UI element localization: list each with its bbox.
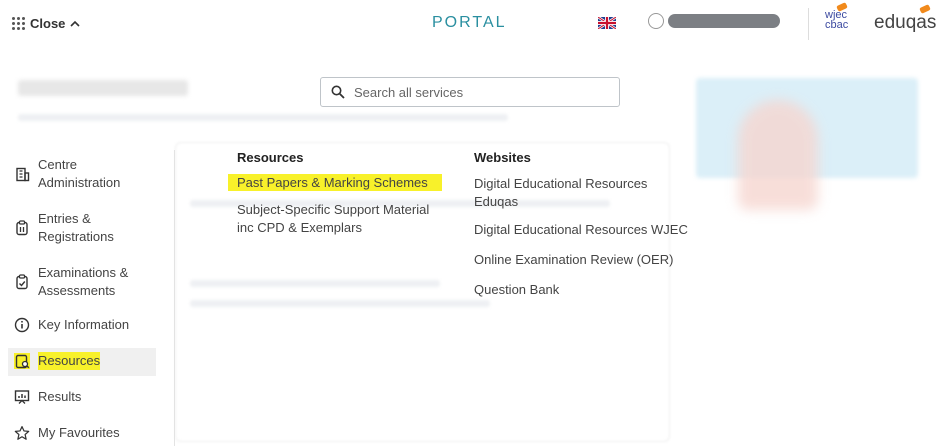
resources-icon	[14, 353, 30, 369]
portal-title: PORTAL	[432, 14, 507, 31]
link-past-papers-marking-schemes[interactable]: Past Papers & Marking Schemes	[228, 174, 442, 191]
sidebar-item-my-favourites[interactable]: My Favourites	[14, 424, 120, 442]
welcome-heading-blurred	[18, 80, 188, 96]
search-input[interactable]	[354, 84, 604, 100]
info-icon	[14, 317, 30, 333]
close-menu-button[interactable]: Close	[12, 16, 80, 31]
sidebar-item-results[interactable]: Results	[14, 388, 81, 406]
apps-grid-icon	[12, 17, 25, 30]
resources-heading: Resources	[237, 150, 304, 165]
user-account[interactable]	[648, 13, 780, 29]
websites-column: Websites Digital Educational Resources E…	[474, 150, 714, 299]
uk-flag-icon[interactable]	[598, 17, 616, 29]
sidebar-item-centre-administration[interactable]: Centre Administration	[14, 156, 120, 192]
user-icon	[648, 13, 664, 29]
bg-illustration	[738, 100, 818, 210]
background-page	[0, 50, 936, 446]
header-divider	[808, 8, 809, 40]
bg-text-line	[18, 114, 508, 121]
chevron-up-icon	[70, 20, 80, 27]
sidebar-item-key-information[interactable]: Key Information	[14, 316, 129, 334]
eduqas-logo[interactable]: eduqas	[874, 12, 936, 34]
close-label: Close	[30, 16, 66, 31]
websites-heading: Websites	[474, 150, 531, 165]
resources-column: Resources Past Papers & Marking Schemes …	[228, 150, 457, 237]
link-question-bank[interactable]: Question Bank	[474, 281, 714, 299]
link-online-examination-review[interactable]: Online Examination Review (OER)	[474, 251, 714, 269]
sidebar-item-examinations-assessments[interactable]: Examinations & Assessments	[14, 264, 128, 300]
top-bar: Close PORTAL wjec cbac eduqas	[0, 0, 936, 50]
clipboard-icon	[14, 220, 30, 236]
link-digital-resources-wjec[interactable]: Digital Educational Resources WJEC	[474, 221, 714, 239]
bg-text-line	[190, 300, 490, 307]
user-name-redacted	[668, 14, 780, 28]
sidebar-item-resources[interactable]: Resources	[14, 352, 101, 370]
wjec-cbac-logo[interactable]: wjec cbac	[825, 2, 848, 31]
building-icon	[14, 166, 30, 182]
sidebar-item-entries-registrations[interactable]: Entries & Registrations	[14, 210, 114, 246]
results-chart-icon	[14, 389, 30, 405]
bg-text-line	[190, 280, 440, 287]
link-subject-specific-support[interactable]: Subject-Specific Support Material inc CP…	[237, 201, 457, 237]
star-icon	[14, 425, 30, 441]
link-digital-resources-eduqas[interactable]: Digital Educational Resources Eduqas	[474, 175, 714, 211]
search-bar[interactable]	[320, 77, 620, 107]
checklist-icon	[14, 274, 30, 290]
sidebar-divider	[174, 150, 175, 446]
search-icon	[331, 85, 345, 99]
